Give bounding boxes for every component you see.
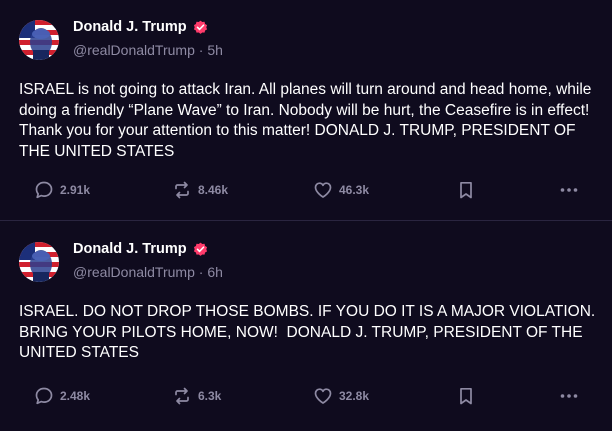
bookmark-button[interactable] [456,180,476,200]
bookmark-icon [460,387,472,405]
reply-count: 2.48k [60,389,91,403]
bookmark-icon [460,181,472,199]
author-name[interactable]: Donald J. Trump [73,241,187,257]
separator: · [198,42,204,58]
separator: · [198,264,204,280]
heart-icon [314,388,332,404]
handle-row: @realDonaldTrump · 5h [73,42,223,58]
reply-button[interactable]: 2.48k [34,386,90,406]
more-button[interactable] [559,180,579,200]
avatar-image [19,20,59,60]
more-icon [560,394,578,398]
repost-button[interactable]: 8.46k [172,180,228,200]
avatar[interactable] [19,242,59,282]
post-actions: 2.91k 8.46k 46.3k [0,180,612,204]
reply-count: 2.91k [60,183,91,197]
reply-icon [35,181,53,199]
repost-icon [175,387,189,405]
repost-icon [175,181,189,199]
post-time[interactable]: 6h [207,264,223,280]
bookmark-button[interactable] [456,386,476,406]
post-text: ISRAEL. DO NOT DROP THOSE BOMBS. IF YOU … [19,303,600,361]
author-handle[interactable]: @realDonaldTrump [73,264,195,280]
avatar-image [19,242,59,282]
post[interactable]: Donald J. Trump @realDonaldTrump · 6h IS… [0,222,612,431]
post-text: ISRAEL is not going to attack Iran. All … [19,81,596,160]
like-count: 32.8k [339,389,370,403]
avatar[interactable] [19,20,59,60]
verified-icon [193,20,208,35]
author-row: Donald J. Trump [73,241,208,257]
author-row: Donald J. Trump [73,19,208,35]
repost-count: 6.3k [198,389,222,403]
like-count: 46.3k [339,183,370,197]
handle-row: @realDonaldTrump · 6h [73,264,223,280]
post-time[interactable]: 5h [207,42,223,58]
post[interactable]: Donald J. Trump @realDonaldTrump · 5h IS… [0,0,612,221]
verified-icon [193,242,208,257]
more-icon [560,188,578,192]
reply-button[interactable]: 2.91k [34,180,90,200]
reply-icon [35,387,53,405]
heart-icon [314,182,332,198]
author-name[interactable]: Donald J. Trump [73,19,187,35]
like-button[interactable]: 46.3k [313,180,369,200]
author-handle[interactable]: @realDonaldTrump [73,42,195,58]
like-button[interactable]: 32.8k [313,386,369,406]
repost-count: 8.46k [198,183,229,197]
post-feed: Donald J. Trump @realDonaldTrump · 5h IS… [0,0,612,431]
post-actions: 2.48k 6.3k 32.8k [0,386,612,410]
more-button[interactable] [559,386,579,406]
repost-button[interactable]: 6.3k [172,386,221,406]
